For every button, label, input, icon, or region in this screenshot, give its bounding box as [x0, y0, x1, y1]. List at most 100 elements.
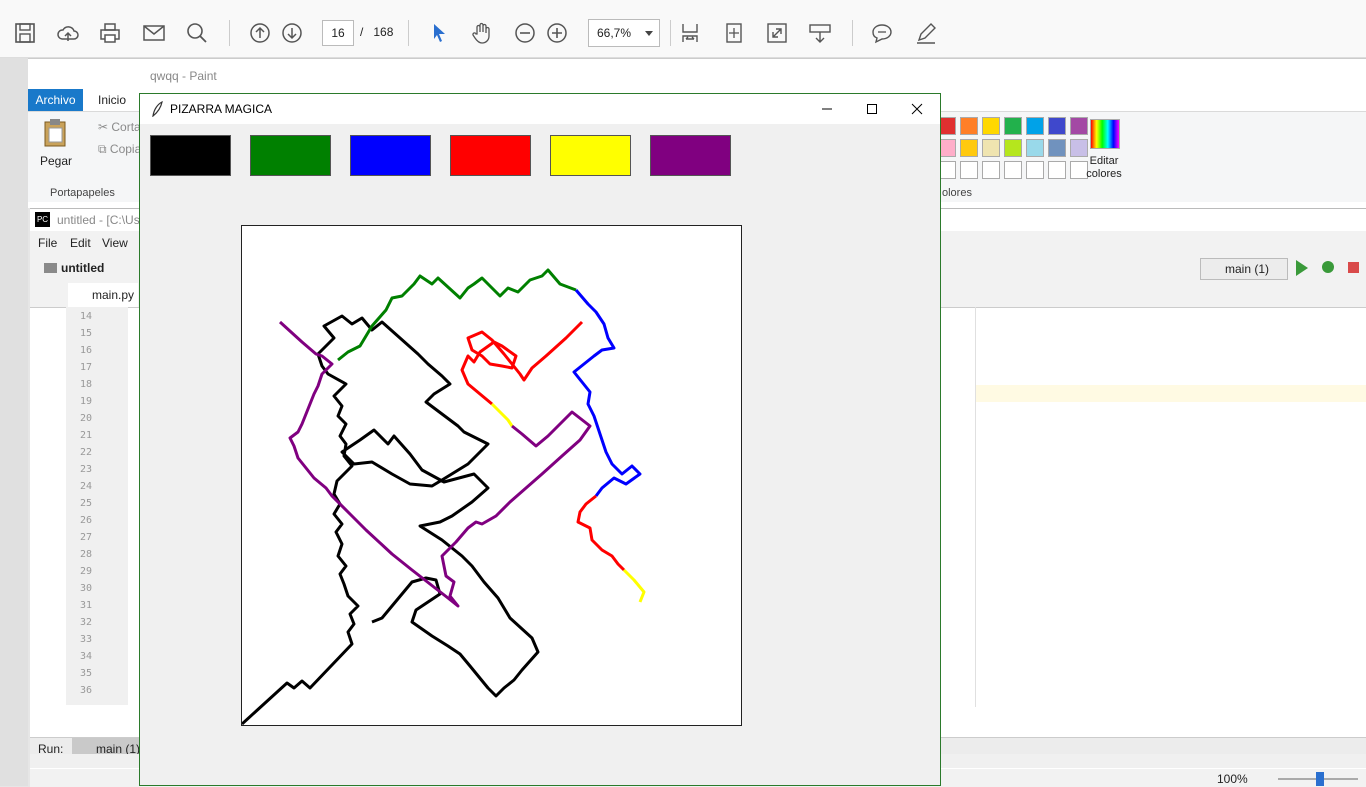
- paste-button[interactable]: Pegar: [40, 154, 72, 168]
- cloud-upload-icon[interactable]: [55, 20, 81, 46]
- fit-page-icon[interactable]: [721, 20, 747, 46]
- palette-color[interactable]: [1004, 117, 1022, 135]
- run-config-select[interactable]: main (1): [1200, 258, 1288, 280]
- palette-color[interactable]: [1026, 161, 1044, 179]
- line-number: 18: [80, 379, 93, 390]
- page-number-input[interactable]: 16: [322, 20, 354, 46]
- palette-color[interactable]: [1026, 117, 1044, 135]
- print-icon[interactable]: [97, 20, 123, 46]
- hand-icon[interactable]: [469, 20, 495, 46]
- feather-icon: [152, 101, 163, 117]
- total-pages: 168: [373, 25, 394, 39]
- line-number: 34: [80, 651, 93, 662]
- toolbar-separator: [408, 20, 409, 46]
- line-number: 30: [80, 583, 93, 594]
- line-number: 27: [80, 532, 93, 543]
- pycharm-title: untitled - [C:\Us: [57, 213, 140, 227]
- drawn-stroke: [337, 268, 577, 362]
- page-down-icon[interactable]: [279, 20, 305, 46]
- swatch-black[interactable]: [150, 135, 231, 176]
- tab-inicio[interactable]: Inicio: [98, 93, 126, 107]
- line-number: 35: [80, 668, 93, 679]
- swatch-blue[interactable]: [350, 135, 431, 176]
- zoom-slider-thumb[interactable]: [1316, 772, 1324, 786]
- paint-title: qwqq - Paint: [150, 69, 217, 83]
- zoom-select[interactable]: 66,7%: [588, 19, 660, 47]
- folder-icon: [44, 263, 57, 273]
- colors-group-label: olores: [942, 187, 972, 199]
- menu-edit[interactable]: Edit: [70, 236, 91, 250]
- palette-color[interactable]: [982, 139, 1000, 157]
- palette-color[interactable]: [960, 161, 978, 179]
- swatch-purple[interactable]: [650, 135, 731, 176]
- palette-color[interactable]: [1048, 117, 1066, 135]
- palette-color[interactable]: [960, 139, 978, 157]
- zoom-in-icon[interactable]: [544, 20, 570, 46]
- palette-color[interactable]: [1048, 139, 1066, 157]
- swatch-green[interactable]: [250, 135, 331, 176]
- palette-color[interactable]: [1048, 161, 1066, 179]
- close-button[interactable]: [894, 94, 940, 124]
- paste-icon[interactable]: [42, 118, 68, 148]
- sign-icon[interactable]: [913, 20, 939, 46]
- line-number: 24: [80, 481, 93, 492]
- drawing-canvas[interactable]: [241, 225, 742, 726]
- scroll-mode-icon[interactable]: [807, 20, 833, 46]
- palette-color[interactable]: [1026, 139, 1044, 157]
- palette-color[interactable]: [1004, 139, 1022, 157]
- line-number: 26: [80, 515, 93, 526]
- palette-color[interactable]: [982, 161, 1000, 179]
- search-icon[interactable]: [184, 20, 210, 46]
- email-icon[interactable]: [141, 20, 167, 46]
- line-number: 33: [80, 634, 93, 645]
- cut-button[interactable]: ✂ Cortar: [98, 120, 145, 134]
- palette-color[interactable]: [982, 117, 1000, 135]
- chevron-down-icon: [645, 31, 653, 36]
- line-number: 23: [80, 464, 93, 475]
- run-icon[interactable]: [1296, 260, 1308, 276]
- save-icon[interactable]: [12, 20, 38, 46]
- comment-icon[interactable]: [869, 20, 895, 46]
- line-number: 14: [80, 311, 93, 322]
- page-separator: /: [360, 25, 364, 39]
- line-number: 21: [80, 430, 93, 441]
- select-arrow-icon[interactable]: [426, 20, 452, 46]
- stop-icon[interactable]: [1348, 262, 1359, 273]
- pycharm-logo-icon: PC: [35, 212, 50, 227]
- tab-archivo[interactable]: Archivo: [28, 89, 83, 111]
- line-number: 28: [80, 549, 93, 560]
- fullscreen-icon[interactable]: [764, 20, 790, 46]
- palette-color[interactable]: [1004, 161, 1022, 179]
- fit-width-icon[interactable]: [677, 20, 703, 46]
- swatch-red[interactable]: [450, 135, 531, 176]
- line-number: 29: [80, 566, 93, 577]
- breadcrumb[interactable]: untitled: [61, 261, 104, 275]
- menu-view[interactable]: View: [102, 236, 128, 250]
- page-total: / 168: [360, 25, 393, 39]
- pizarra-titlebar: PIZARRA MAGICA: [140, 94, 940, 124]
- tab-main-py[interactable]: main.py: [68, 283, 138, 307]
- maximize-icon: [867, 104, 877, 114]
- swatch-yellow[interactable]: [550, 135, 631, 176]
- palette-color[interactable]: [1070, 117, 1088, 135]
- minimize-icon: [822, 108, 832, 110]
- toolbar-separator: [670, 20, 671, 46]
- toolbar-separator: [852, 20, 853, 46]
- edit-colors-button[interactable]: Editar colores: [1084, 155, 1124, 181]
- line-number: 20: [80, 413, 93, 424]
- maximize-button[interactable]: [849, 94, 895, 124]
- drawn-stroke: [278, 320, 592, 608]
- freehand-drawing: [242, 268, 646, 725]
- page-up-icon[interactable]: [247, 20, 273, 46]
- line-number: 36: [80, 685, 93, 696]
- line-number: 19: [80, 396, 93, 407]
- debug-icon[interactable]: [1322, 261, 1334, 273]
- drawn-stroke: [572, 289, 642, 497]
- drawn-stroke: [490, 402, 646, 603]
- palette-color[interactable]: [960, 117, 978, 135]
- menu-file[interactable]: File: [38, 236, 57, 250]
- zoom-value: 66,7%: [597, 26, 632, 40]
- edit-colors-icon[interactable]: [1090, 119, 1120, 149]
- minimize-button[interactable]: [804, 94, 850, 124]
- zoom-out-icon[interactable]: [512, 20, 538, 46]
